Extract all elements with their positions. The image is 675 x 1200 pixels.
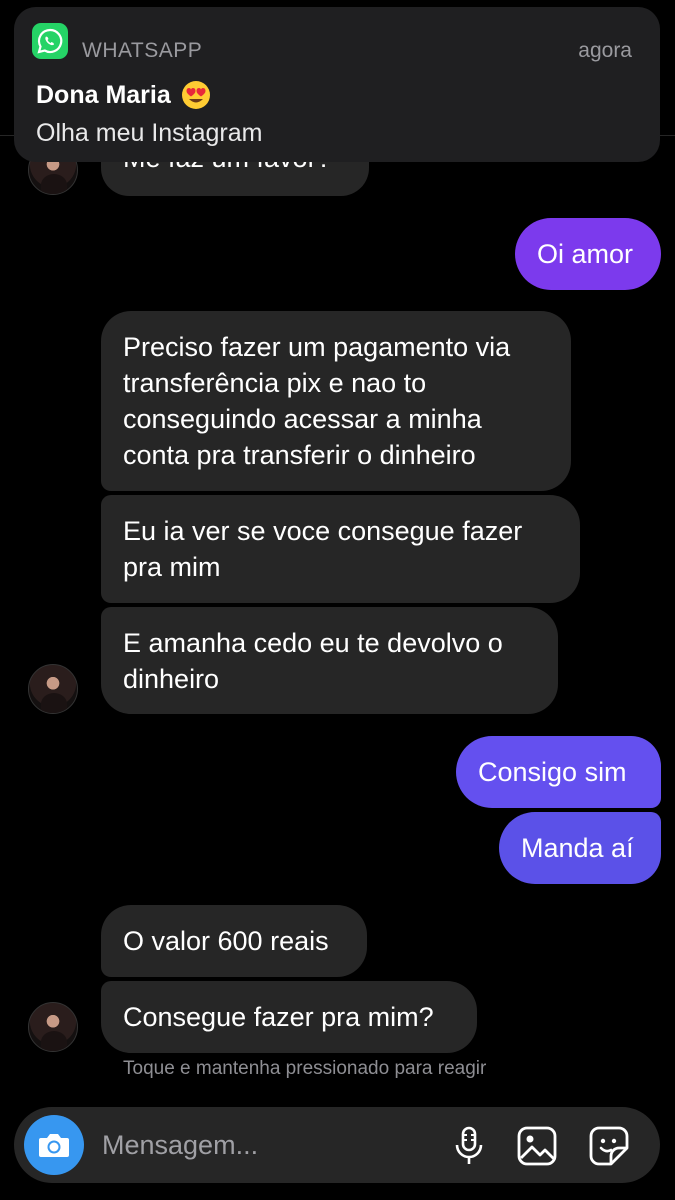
message-bubble-outgoing[interactable]: Consigo sim <box>456 736 661 808</box>
sticker-button[interactable] <box>588 1125 630 1167</box>
message-line: E amanha cedo eu te devolvo o <box>123 627 503 658</box>
camera-icon <box>39 1134 69 1157</box>
camera-button[interactable] <box>24 1115 84 1175</box>
message-bubble-outgoing[interactable]: Oi amor <box>515 218 661 290</box>
message-input[interactable] <box>102 1127 422 1163</box>
message-bubble-outgoing[interactable]: Manda aí <box>499 812 661 884</box>
microphone-button[interactable] <box>448 1125 490 1167</box>
message-text: Consegue fazer pra mim? <box>123 1002 434 1032</box>
reaction-hint: Toque e mantenha pressionado para reagir <box>123 1058 487 1079</box>
message-bubble-incoming[interactable]: Preciso fazer um pagamento via transferê… <box>101 311 571 491</box>
heart-eyes-emoji-icon <box>181 81 210 109</box>
notification-time: agora <box>578 39 632 62</box>
gallery-icon <box>517 1126 557 1166</box>
notification-banner[interactable]: WHATSAPP agora Dona Maria Olha meu Insta… <box>14 7 660 162</box>
message-line: conta pra transferir o dinheiro <box>123 440 476 470</box>
contact-avatar[interactable] <box>28 664 78 714</box>
chat-screen: Me faz um favor? Oi amor Preciso fazer u… <box>0 0 675 1200</box>
message-bubble-incoming[interactable]: Eu ia ver se voce consegue fazer pra mim <box>101 495 580 603</box>
message-line: Eu ia ver se voce consegue fazer <box>123 516 523 546</box>
message-text: Oi amor <box>537 239 634 269</box>
contact-avatar[interactable] <box>28 1002 78 1052</box>
message-bubble-incoming[interactable]: E amanha cedo eu te devolvo o dinheiro <box>101 607 558 714</box>
message-line: Preciso fazer um pagamento via <box>123 332 511 362</box>
message-line: dinheiro <box>123 663 220 694</box>
microphone-icon <box>455 1126 483 1164</box>
message-line: transferência pix e nao to <box>123 368 427 398</box>
notification-body: Olha meu Instagram <box>36 119 263 147</box>
message-bubble-incoming[interactable]: O valor 600 reais <box>101 905 367 977</box>
message-line: pra mim <box>123 552 221 582</box>
message-line: conseguindo acessar a minha <box>123 404 482 434</box>
sticker-icon <box>589 1126 629 1166</box>
message-text: Consigo sim <box>478 757 627 787</box>
message-text: O valor 600 reais <box>123 926 329 956</box>
notification-app-name: WHATSAPP <box>82 39 203 62</box>
gallery-button[interactable] <box>516 1125 558 1167</box>
message-text: Manda aí <box>521 833 634 863</box>
message-bubble-incoming[interactable]: Consegue fazer pra mim? <box>101 981 477 1053</box>
sender-name: Dona Maria <box>36 80 171 109</box>
message-composer <box>14 1107 660 1183</box>
whatsapp-icon <box>32 23 68 59</box>
notification-sender: Dona Maria <box>36 80 211 110</box>
